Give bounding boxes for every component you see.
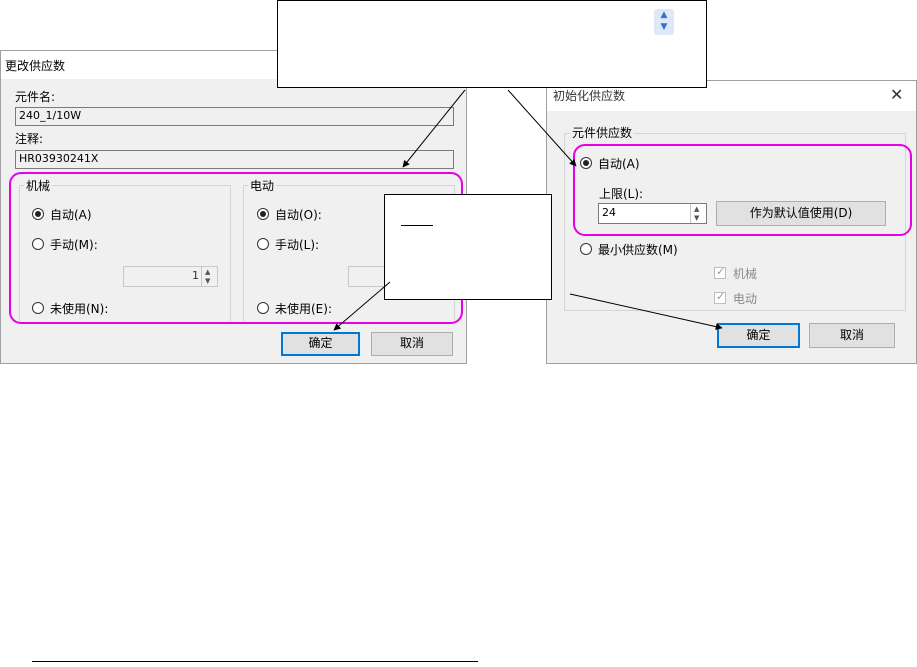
arrow-to-ok-left [333, 281, 391, 331]
arrow-to-ok-right [569, 293, 723, 331]
annotation-arrows [333, 89, 723, 331]
arrow-to-groups [402, 89, 466, 168]
document-rule [32, 661, 478, 662]
arrow-to-auto [507, 89, 577, 167]
